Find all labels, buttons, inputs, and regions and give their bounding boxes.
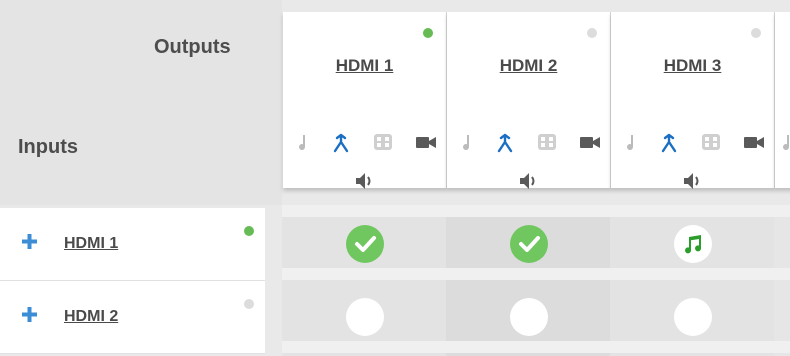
audio-note-icon[interactable]: [625, 134, 637, 152]
music-note-icon: [685, 235, 702, 254]
input-row-hdmi-1: HDMI 1: [0, 208, 265, 281]
output-icon-bar: [611, 131, 774, 153]
audio-note-icon[interactable]: [461, 134, 473, 152]
grid-strip: [282, 205, 790, 217]
status-indicator: [587, 28, 597, 38]
output-header-hdmi-3: HDMI 3: [611, 12, 775, 190]
speaker-icon[interactable]: [683, 172, 703, 190]
input-row-hdmi-2: HDMI 2: [0, 281, 265, 354]
output-header-partial: [775, 12, 790, 188]
plus-icon[interactable]: [22, 307, 37, 322]
output-name[interactable]: HDMI 1: [283, 56, 446, 76]
route-cell-audio-only[interactable]: [674, 225, 712, 263]
matrix-corner: [0, 0, 282, 205]
route-cell-empty[interactable]: [510, 298, 548, 336]
video-camera-icon[interactable]: [580, 135, 600, 149]
status-indicator: [244, 226, 254, 236]
output-icon-bar: [283, 131, 446, 153]
route-cell-av-active[interactable]: [510, 225, 548, 263]
audio-note-icon[interactable]: [297, 134, 309, 152]
grid-strip: [282, 341, 790, 353]
video-camera-icon[interactable]: [744, 135, 764, 149]
inputs-label: Inputs: [18, 136, 78, 158]
input-name[interactable]: HDMI 2: [64, 308, 118, 326]
merge-route-icon[interactable]: [495, 133, 515, 153]
outputs-label: Outputs: [154, 36, 231, 58]
output-name[interactable]: HDMI 3: [611, 56, 774, 76]
status-indicator: [751, 28, 761, 38]
status-indicator: [244, 299, 254, 309]
route-cell-empty[interactable]: [674, 298, 712, 336]
output-icon-bar: [447, 131, 610, 153]
grid-pattern-icon[interactable]: [537, 133, 557, 151]
speaker-icon[interactable]: [519, 172, 539, 190]
audio-note-icon[interactable]: [781, 134, 790, 152]
route-cell-av-active[interactable]: [346, 225, 384, 263]
input-name[interactable]: HDMI 1: [64, 235, 118, 253]
grid-strip: [282, 268, 790, 280]
grid-pattern-icon[interactable]: [373, 133, 393, 151]
check-icon: [519, 236, 540, 252]
merge-route-icon[interactable]: [331, 133, 351, 153]
video-camera-icon[interactable]: [416, 135, 436, 149]
grid-pattern-icon[interactable]: [701, 133, 721, 151]
speaker-icon[interactable]: [355, 172, 375, 190]
output-header-hdmi-1: HDMI 1: [283, 12, 447, 190]
status-indicator: [423, 28, 433, 38]
plus-icon[interactable]: [22, 234, 37, 249]
output-header-hdmi-2: HDMI 2: [447, 12, 611, 190]
output-name[interactable]: HDMI 2: [447, 56, 610, 76]
merge-route-icon[interactable]: [659, 133, 679, 153]
check-icon: [355, 236, 376, 252]
route-cell-empty[interactable]: [346, 298, 384, 336]
